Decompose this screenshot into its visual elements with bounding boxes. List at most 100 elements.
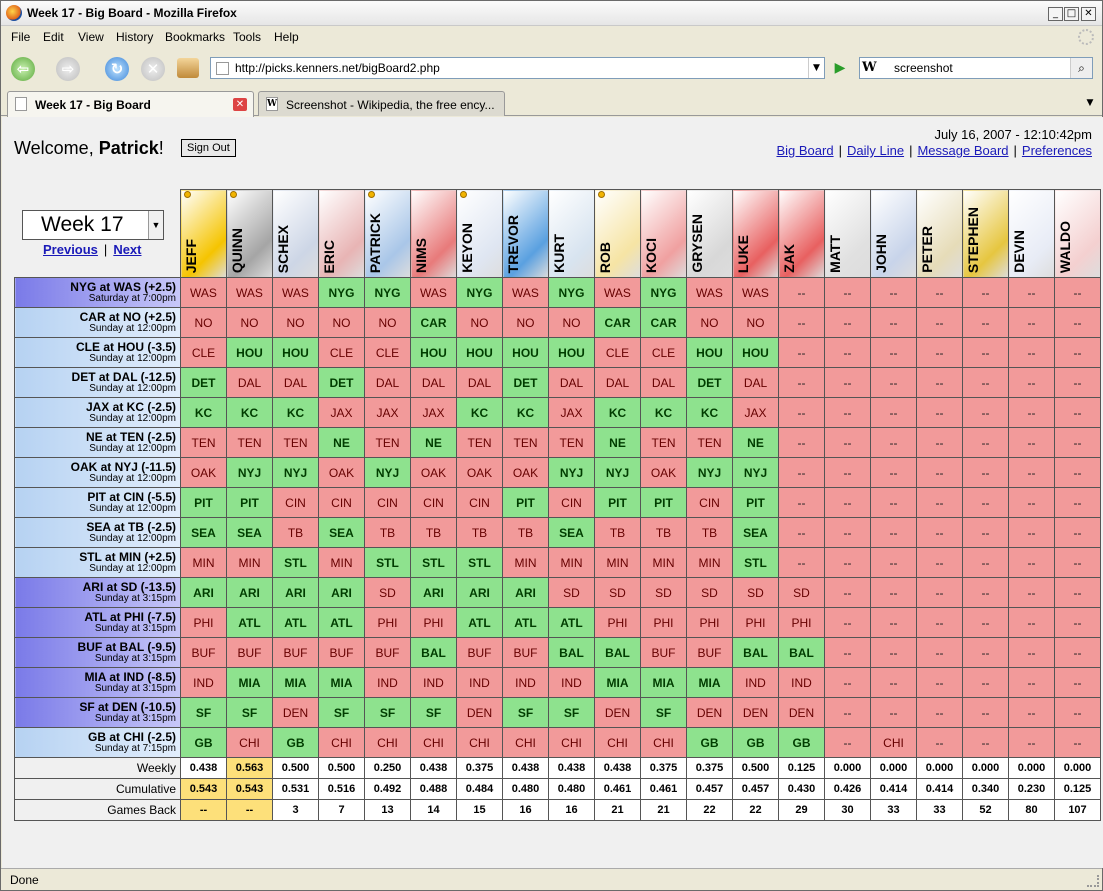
pick-cell: GB <box>778 727 825 758</box>
pick-cell: ARI <box>456 577 503 608</box>
link-daily-line[interactable]: Daily Line <box>847 143 904 158</box>
url-text[interactable]: http://picks.kenners.net/bigBoard2.php <box>235 61 440 75</box>
game-matchup: ATL at PHI (-7.5) <box>84 609 176 624</box>
pick-cell: -- <box>824 337 871 368</box>
search-input[interactable]: screenshot <box>894 61 953 75</box>
tab-big-board[interactable]: Week 17 - Big Board ✕ <box>7 91 254 117</box>
game-matchup: JAX at KC (-2.5) <box>85 399 176 414</box>
pick-cell: HOU <box>410 337 457 368</box>
summary-value: 22 <box>732 799 779 821</box>
menu-tools[interactable]: Tools <box>233 30 261 44</box>
menu-bookmarks[interactable]: Bookmarks <box>165 30 225 44</box>
reload-icon[interactable]: ↻ <box>105 57 129 81</box>
summary-value: 0.457 <box>732 778 779 800</box>
game-row: SF at DEN (-10.5) Sunday at 3:15pm SF SF DEN… <box>14 697 1101 728</box>
menu-history[interactable]: History <box>116 30 153 44</box>
menu-help[interactable]: Help <box>274 30 299 44</box>
game-matchup: SEA at TB (-2.5) <box>86 519 176 534</box>
menu-edit[interactable]: Edit <box>43 30 64 44</box>
player-header-jeff: JEFF <box>180 189 227 278</box>
pick-cell: -- <box>824 427 871 458</box>
summary-value: 33 <box>916 799 963 821</box>
maximize-button[interactable]: □ <box>1064 7 1079 21</box>
pick-cell: -- <box>824 577 871 608</box>
pick-cell: NYG <box>456 277 503 308</box>
pick-cell: -- <box>1008 487 1055 518</box>
player-name: DEVIN <box>1011 230 1027 273</box>
pick-cell: SF <box>502 697 549 728</box>
pick-cell: -- <box>962 667 1009 698</box>
sign-out-button[interactable]: Sign Out <box>181 139 236 157</box>
summary-value: 0.531 <box>272 778 319 800</box>
close-tab-icon[interactable]: ✕ <box>233 98 247 111</box>
search-engine-wikipedia-icon[interactable]: W <box>862 60 890 76</box>
minimize-button[interactable]: _ <box>1048 7 1063 21</box>
pick-cell: -- <box>962 487 1009 518</box>
pick-cell: PIT <box>502 487 549 518</box>
pick-cell: DAL <box>548 367 595 398</box>
resize-grip-icon[interactable] <box>1087 875 1099 887</box>
pick-cell: TEN <box>272 427 319 458</box>
search-box[interactable]: W screenshot ⌕ <box>859 57 1093 79</box>
pick-cell: -- <box>824 667 871 698</box>
summary-value: 0.340 <box>962 778 1009 800</box>
summary-row-weekly: Weekly 0.438 0.563 0.500 0.500 0.250 0.438 0.37… <box>14 757 1101 779</box>
link-big-board[interactable]: Big Board <box>776 143 833 158</box>
pick-cell: NYG <box>548 277 595 308</box>
link-message-board[interactable]: Message Board <box>917 143 1008 158</box>
stop-icon[interactable]: ✕ <box>141 57 165 81</box>
summary-value: 0.488 <box>410 778 457 800</box>
pick-cell: JAX <box>318 397 365 428</box>
game-cell: JAX at KC (-2.5) Sunday at 12:00pm <box>14 397 181 428</box>
link-preferences[interactable]: Preferences <box>1022 143 1092 158</box>
pick-cell: TEN <box>456 427 503 458</box>
tab-list-dropdown-icon[interactable]: ▼ <box>1082 94 1098 112</box>
player-name: PATRICK <box>367 212 383 273</box>
summary-value: 0.230 <box>1008 778 1055 800</box>
close-window-button[interactable]: ✕ <box>1081 7 1096 21</box>
pick-cell: -- <box>870 397 917 428</box>
pick-cell: SEA <box>548 517 595 548</box>
page-favicon-icon <box>15 97 27 111</box>
window-title: Week 17 - Big Board - Mozilla Firefox <box>27 6 237 20</box>
pick-cell: -- <box>778 277 825 308</box>
pick-cell: IND <box>456 667 503 698</box>
forward-arrow-icon[interactable]: ⇨ <box>56 57 80 81</box>
pick-cell: IND <box>778 667 825 698</box>
summary-value: 0.414 <box>916 778 963 800</box>
summary-value: 0.000 <box>870 757 917 779</box>
pick-cell: -- <box>1054 637 1101 668</box>
pick-cell: ATL <box>318 607 365 638</box>
pick-cell: -- <box>1008 397 1055 428</box>
url-bar[interactable]: http://picks.kenners.net/bigBoard2.php ▼ <box>210 57 825 79</box>
pick-cell: -- <box>916 337 963 368</box>
game-matchup: CLE at HOU (-3.5) <box>75 339 176 354</box>
menu-view[interactable]: View <box>78 30 104 44</box>
game-cell: SEA at TB (-2.5) Sunday at 12:00pm <box>14 517 181 548</box>
player-header-schex: SCHEX <box>272 189 319 278</box>
pick-cell: -- <box>824 637 871 668</box>
pick-cell: PHI <box>180 607 227 638</box>
summary-value: 0.438 <box>410 757 457 779</box>
pick-cell: -- <box>778 337 825 368</box>
player-header-row: JEFF QUINN SCHEX ERIC PATRICK NIMS KEYON TREVOR… <box>15 189 1101 278</box>
game-cell: STL at MIN (+2.5) Sunday at 12:00pm <box>14 547 181 578</box>
magnifier-search-icon[interactable]: ⌕ <box>1070 58 1092 78</box>
player-header-devin: DEVIN <box>1008 189 1055 278</box>
url-history-dropdown-icon[interactable]: ▼ <box>808 58 824 78</box>
player-name: KOCI <box>643 238 659 273</box>
player-name: TREVOR <box>505 214 521 273</box>
home-icon[interactable] <box>177 58 199 78</box>
pick-cell: -- <box>1008 337 1055 368</box>
pick-cell: CAR <box>640 307 687 338</box>
pick-cell: BAL <box>778 637 825 668</box>
pick-cell: -- <box>1054 667 1101 698</box>
browser-window: Week 17 - Big Board - Mozilla Firefox _ … <box>0 0 1103 891</box>
game-time: Sunday at 3:15pm <box>94 592 176 604</box>
summary-value: 0.516 <box>318 778 365 800</box>
back-arrow-icon[interactable]: ⇦ <box>11 57 35 81</box>
summary-value: 13 <box>364 799 411 821</box>
menu-file[interactable]: File <box>11 30 30 44</box>
go-arrow-icon[interactable]: ▶ <box>831 59 849 77</box>
tab-wikipedia[interactable]: W Screenshot - Wikipedia, the free ency.… <box>258 91 505 116</box>
